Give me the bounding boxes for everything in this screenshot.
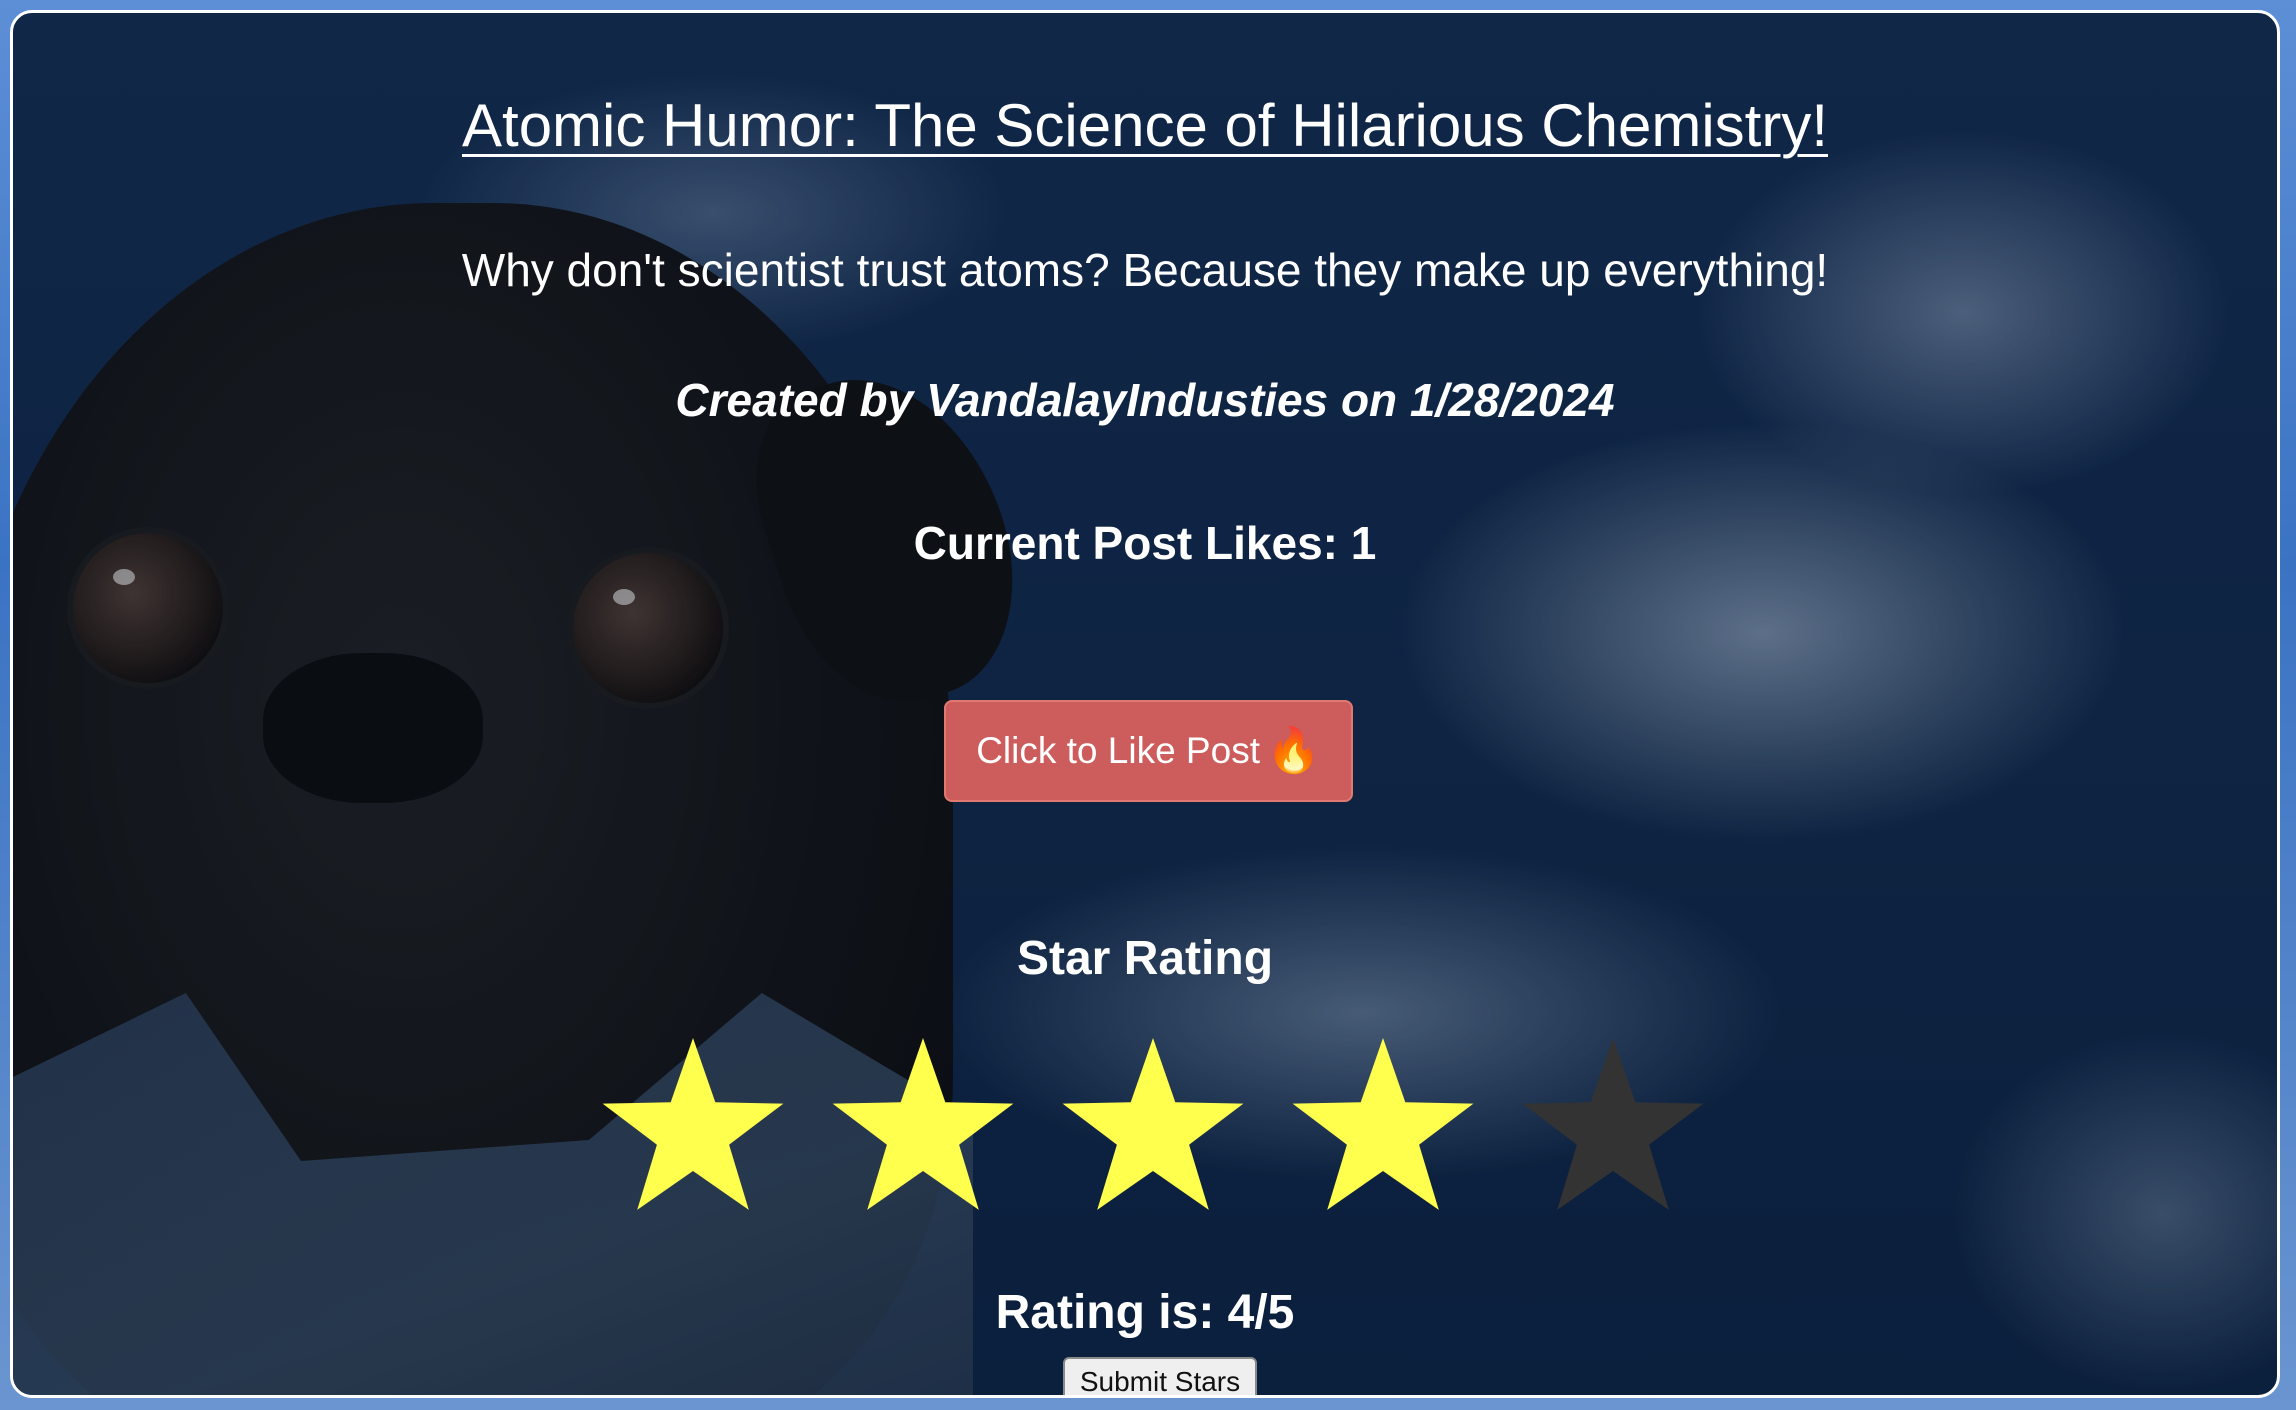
fire-icon: 🔥 [1265, 726, 1321, 775]
star-shape [1292, 1038, 1474, 1210]
star-rating-heading: Star Rating [1016, 932, 1274, 985]
post-card: Atomic Humor: The Science of Hilarious C… [10, 10, 2280, 1398]
star-shape [602, 1038, 784, 1210]
post-content: Atomic Humor: The Science of Hilarious C… [13, 13, 2277, 1395]
post-author-line: Created by VandalayIndusties on 1/28/202… [675, 374, 1615, 426]
star-2-icon[interactable] [823, 1033, 1023, 1223]
star-shape [1522, 1038, 1704, 1210]
star-shape [832, 1038, 1014, 1210]
star-3-icon[interactable] [1053, 1033, 1253, 1223]
like-post-button[interactable]: Click to Like Post 🔥 [944, 700, 1353, 802]
like-button-label: Click to Like Post [976, 730, 1260, 771]
star-5-icon[interactable] [1513, 1033, 1713, 1223]
browser-viewport: Atomic Humor: The Science of Hilarious C… [0, 0, 2296, 1410]
post-likes-count: Current Post Likes: 1 [913, 517, 1377, 569]
post-joke-text: Why don't scientist trust atoms? Because… [461, 244, 1829, 296]
star-shape [1062, 1038, 1244, 1210]
submit-stars-button[interactable]: Submit Stars [1063, 1357, 1257, 1395]
star-1-icon[interactable] [593, 1033, 793, 1223]
post-title: Atomic Humor: The Science of Hilarious C… [462, 92, 1828, 159]
star-4-icon[interactable] [1283, 1033, 1483, 1223]
rating-result-text: Rating is: 4/5 [995, 1286, 1295, 1339]
star-rating-control [593, 1033, 1713, 1233]
